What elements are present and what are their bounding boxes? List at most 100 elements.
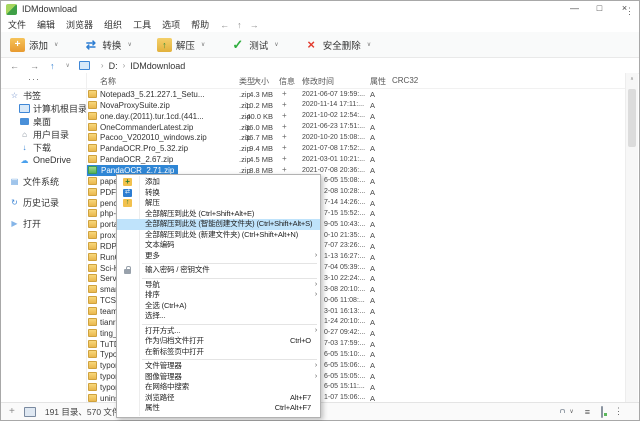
history-dropdown-icon[interactable]: ∨ [66, 62, 70, 69]
menu-bar-item[interactable]: 组织 [104, 18, 122, 31]
column-header-info[interactable]: 信息 [279, 76, 295, 87]
zip-file-icon [88, 285, 97, 293]
file-name: one.day.(2011).tur.1cd.(441... [100, 112, 204, 121]
menu-bar: 文件编辑浏览器组织工具选项帮助 ← ↑ → [1, 17, 639, 32]
chevron-down-icon[interactable]: ∨ [367, 41, 371, 48]
menu-bar-item[interactable]: → [250, 20, 259, 30]
more-icon[interactable]: ⋮ [614, 406, 623, 417]
zip-file-icon [88, 123, 97, 131]
table-row[interactable]: Pacoo_V202010_windows.zip.zip36.7 MB+202… [1, 132, 626, 143]
scroll-up-icon[interactable]: ∧ [626, 76, 638, 82]
context-menu-item[interactable]: ⇄转换 [117, 188, 320, 199]
context-menu-item[interactable]: 全部解压到此处 (智能创建文件夹) (Ctrl+Shift+Alt+S) [117, 219, 320, 230]
context-menu-item[interactable]: 全部解压到此处 (Ctrl+Shift+Alt+E) [117, 209, 320, 220]
context-menu-item[interactable]: 文本编码 [117, 240, 320, 251]
vertical-scrollbar[interactable]: ∧ [625, 73, 638, 402]
column-header-attr[interactable]: 属性 [370, 76, 386, 87]
menu-bar-item[interactable]: ↑ [237, 20, 242, 30]
table-row[interactable]: Notepad3_5.21.227.1_Setu....zip4.3 MB+20… [1, 89, 626, 100]
file-modified: 7-07 23:26:... [324, 242, 369, 249]
details-view-icon[interactable]: ≡ [585, 407, 590, 417]
minimize-button[interactable]: — [562, 1, 587, 17]
file-modified: 0-27 09:42:... [324, 329, 369, 336]
test-icon: ✓ [230, 38, 245, 52]
menu-bar-item[interactable]: 编辑 [37, 18, 55, 31]
toolbar-button[interactable]: ↑解压∨ [157, 38, 205, 52]
menu-bar-item[interactable]: 文件 [8, 18, 26, 31]
chevron-down-icon[interactable]: ∨ [569, 408, 573, 415]
context-menu-item[interactable]: 浏览路径Alt+F7 [117, 393, 320, 404]
file-modified: 3-08 20:10:... [324, 286, 369, 293]
menu-bar-item[interactable]: 帮助 [191, 18, 209, 31]
file-info: + [282, 100, 287, 109]
submenu-arrow-icon: › [315, 280, 317, 291]
toolbar-button[interactable]: ⇄转换∨ [83, 38, 131, 52]
zip-file-icon [88, 318, 97, 326]
menu-bar-item[interactable]: ← [220, 20, 229, 30]
context-menu-item-label: 输入密码 / 密钥文件 [145, 265, 210, 274]
table-row[interactable]: OneCommanderLatest.zip.zip36.0 MB+2021-0… [1, 122, 626, 133]
file-modified: 2021-07-08 20:36:... [302, 167, 372, 174]
toolbar-button[interactable]: ×安全删除∨ [304, 38, 371, 52]
file-info: + [282, 154, 287, 163]
context-menu-item[interactable]: 输入密码 / 密钥文件 [117, 265, 320, 276]
context-menu-item[interactable]: 导航› [117, 280, 320, 291]
column-header-name[interactable]: 名称 [100, 76, 116, 87]
column-header-size[interactable]: 大小 [231, 76, 269, 87]
context-menu-item[interactable]: 作为归档文件打开Ctrl+O [117, 336, 320, 347]
file-attr: A [370, 372, 375, 381]
menu-bar-item[interactable]: 工具 [133, 18, 151, 31]
context-menu-item[interactable]: 全选 (Ctrl+A) [117, 301, 320, 312]
column-header-modified[interactable]: 修改时间 [302, 76, 334, 87]
image-view-icon[interactable] [601, 407, 603, 417]
context-menu-item[interactable]: 属性Ctrl+Alt+F7 [117, 403, 320, 414]
add-icon[interactable]: + [9, 406, 15, 417]
context-menu-item[interactable]: ↑解压 [117, 198, 320, 209]
context-menu-item[interactable]: 图像管理器› [117, 372, 320, 383]
toolbar-button[interactable]: ✓测试∨ [230, 38, 278, 52]
toolbar-overflow-icon[interactable]: ⋮ [625, 6, 634, 17]
chevron-down-icon[interactable]: ∨ [201, 41, 205, 48]
context-menu-item[interactable]: 全部解压到此处 (新建文件夹) (Ctrl+Shift+Alt+N) [117, 230, 320, 241]
context-menu: +添加⇄转换↑解压全部解压到此处 (Ctrl+Shift+Alt+E)全部解压到… [116, 174, 321, 418]
drive-icon [24, 407, 36, 417]
scrollbar-thumb[interactable] [628, 89, 636, 147]
context-menu-item[interactable]: 在新标签页中打开 [117, 347, 320, 358]
menu-bar-item[interactable]: 选项 [162, 18, 180, 31]
context-menu-item[interactable]: +添加 [117, 177, 320, 188]
breadcrumb-folder[interactable]: IDMdownload [130, 61, 185, 71]
file-attr: A [370, 199, 375, 208]
back-button[interactable]: ← [10, 61, 19, 71]
file-modified: 6-05 15:06:... [324, 362, 369, 369]
breadcrumb-drive[interactable]: D: [109, 61, 118, 71]
toolbar-button[interactable]: +添加∨ [10, 38, 58, 52]
file-modified: 7-15 15:52:... [324, 210, 369, 217]
table-row[interactable]: NovaProxySuite.zip.zip10.2 MB+2020-11-14… [1, 100, 626, 111]
zip-file-icon [88, 340, 97, 348]
menu-bar-item[interactable]: 浏览器 [66, 18, 93, 31]
chevron-down-icon[interactable]: ∨ [127, 41, 131, 48]
context-menu-item[interactable]: 文件管理器› [117, 361, 320, 372]
context-menu-item[interactable]: 打开方式...› [117, 326, 320, 337]
column-header-crc32[interactable]: CRC32 [392, 76, 418, 85]
file-attr: A [370, 350, 375, 359]
toolbar-button-label: 添加 [29, 38, 48, 52]
context-menu-item[interactable]: 在网络中搜索 [117, 382, 320, 393]
forward-button[interactable]: → [30, 61, 39, 71]
context-menu-item-label: 更多 [145, 251, 160, 260]
file-name: NovaProxySuite.zip [100, 101, 170, 110]
table-row[interactable]: one.day.(2011).tur.1cd.(441....zip40.0 K… [1, 111, 626, 122]
file-modified: 1-24 20:10:... [324, 318, 369, 325]
table-row[interactable]: PandaOCR.Pro_5.32.zip.zip9.4 MB+2021-07-… [1, 143, 626, 154]
chevron-down-icon[interactable]: ∨ [274, 41, 278, 48]
file-attr: A [370, 394, 375, 402]
context-menu-item[interactable]: 选择... [117, 311, 320, 322]
zip-file-icon [88, 329, 97, 337]
context-menu-item[interactable]: 排序› [117, 290, 320, 301]
maximize-button[interactable]: □ [587, 1, 612, 17]
file-size: 9.4 MB [231, 144, 273, 153]
up-button[interactable]: ↑ [50, 61, 55, 71]
chevron-down-icon[interactable]: ∨ [54, 41, 58, 48]
context-menu-item[interactable]: 更多› [117, 251, 320, 262]
table-row[interactable]: PandaOCR_2.67.zip.zip4.5 MB+2021-03-01 1… [1, 154, 626, 165]
